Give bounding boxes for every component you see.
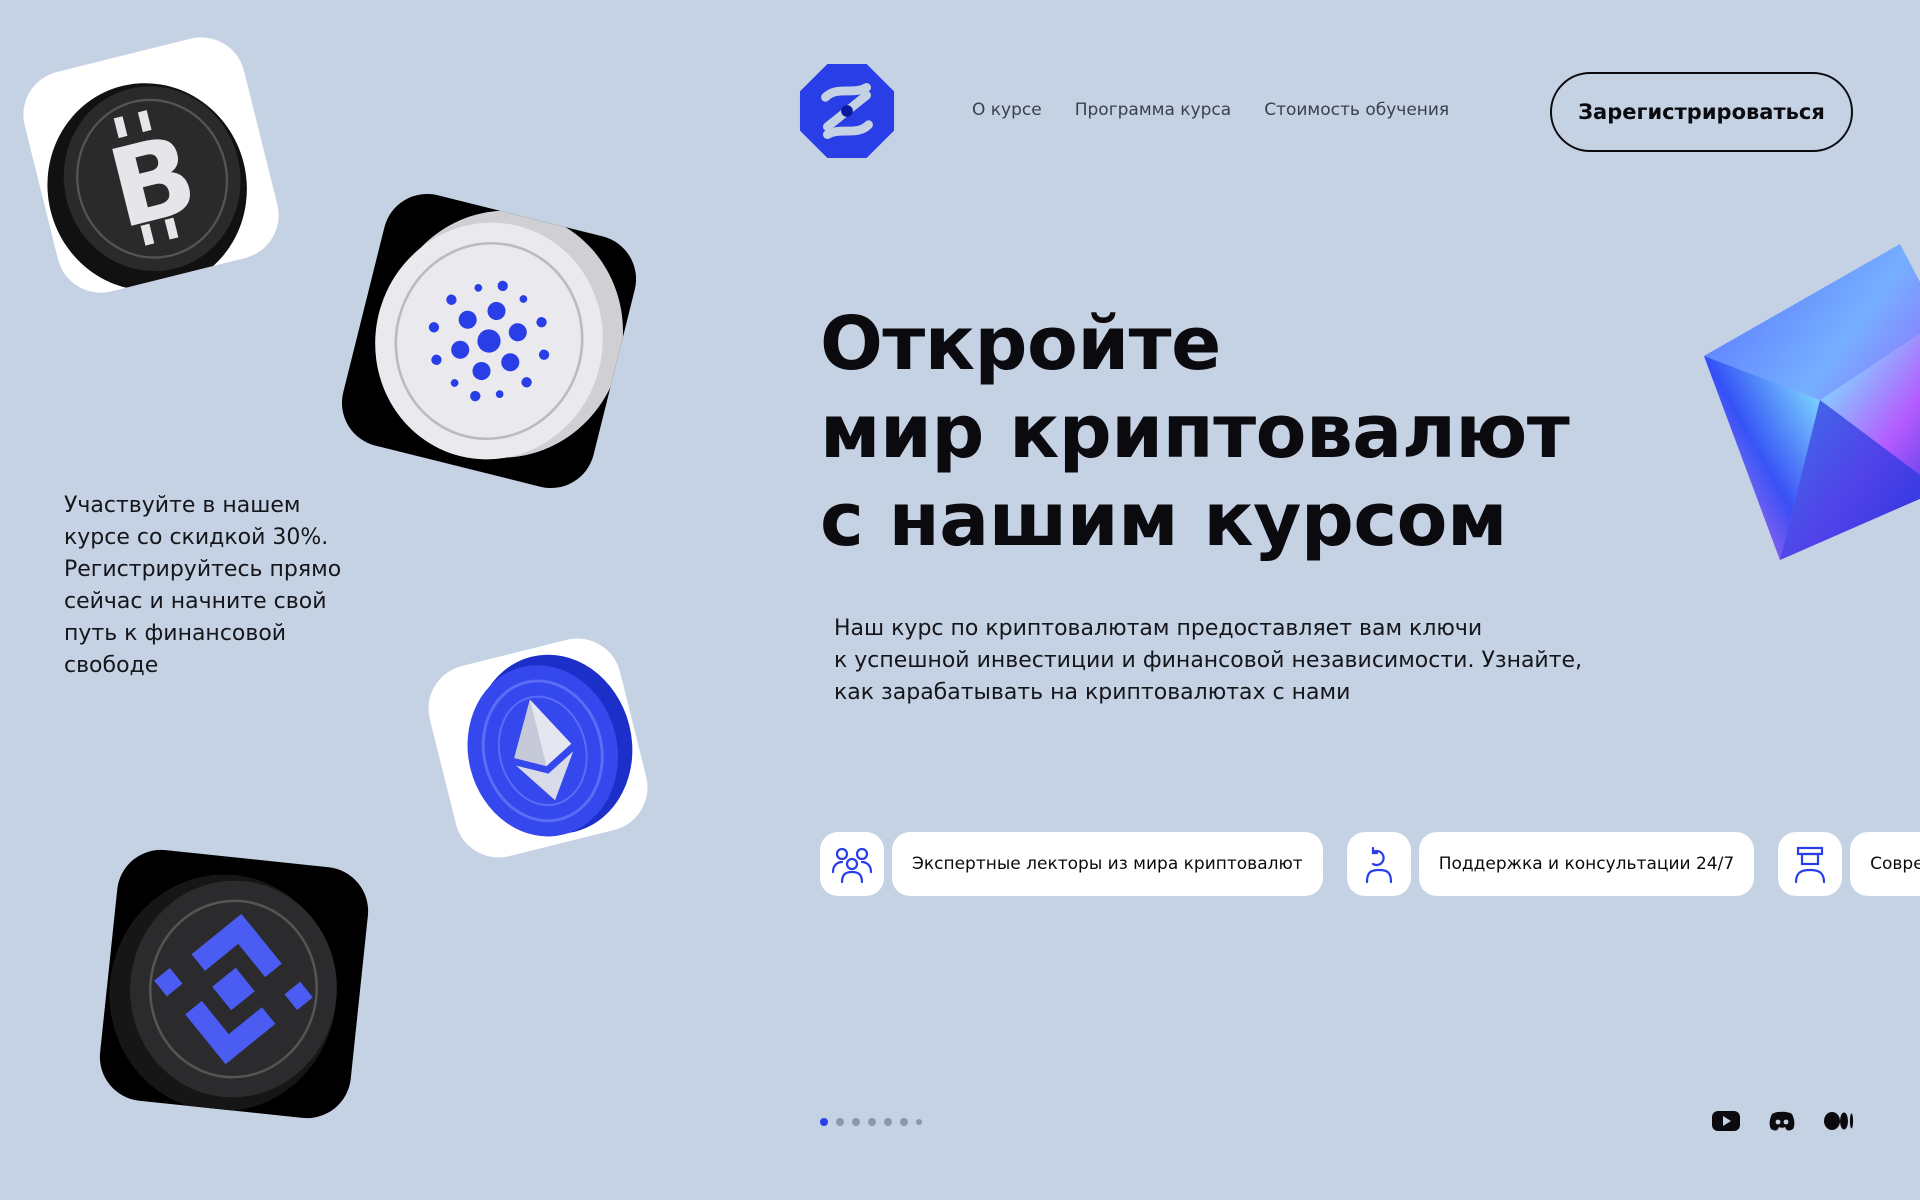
pager-dot[interactable] xyxy=(900,1118,908,1126)
feature-label: Современ xyxy=(1850,832,1920,896)
feature-item: Поддержка и консультации 24/7 xyxy=(1346,832,1755,896)
main-nav: О курсе Программа курса Стоимость обучен… xyxy=(972,100,1449,120)
brand-logo-icon[interactable] xyxy=(798,62,896,160)
promo-line: путь к финансовой xyxy=(64,621,287,646)
feature-label: Поддержка и консультации 24/7 xyxy=(1418,832,1755,896)
crystal-decoration-icon xyxy=(1700,240,1920,560)
ethereum-coin-icon xyxy=(419,629,657,867)
hero-description-line: Наш курс по криптовалютам предоставляет … xyxy=(834,616,1483,641)
hero-title-line: Откройте xyxy=(820,301,1221,387)
pager-dot-active[interactable] xyxy=(820,1118,828,1126)
hero-title-line: с нашим курсом xyxy=(820,477,1508,563)
features-list: Экспертные лекторы из мира криптовалют П… xyxy=(820,832,1920,896)
nav-program[interactable]: Программа курса xyxy=(1075,100,1231,120)
bnb-coin-icon xyxy=(95,845,373,1123)
promo-line: сейчас и начните свой xyxy=(64,589,327,614)
pager-dot[interactable] xyxy=(852,1118,860,1126)
feature-item: Современ xyxy=(1778,832,1920,896)
medium-icon[interactable] xyxy=(1824,1110,1854,1132)
hero-description: Наш курс по криптовалютам предоставляет … xyxy=(834,613,1634,709)
nav-pricing[interactable]: Стоимость обучения xyxy=(1264,100,1449,120)
youtube-icon[interactable] xyxy=(1712,1110,1740,1132)
modern-icon xyxy=(1778,832,1843,896)
hero-title-line: мир криптовалют xyxy=(820,389,1570,475)
promo-line: Участвуйте в нашем xyxy=(64,493,301,518)
promo-line: курсе со скидкой 30%. xyxy=(64,525,329,550)
social-links xyxy=(1712,1110,1854,1132)
register-button[interactable]: Зарегистрироваться xyxy=(1550,72,1853,152)
support-icon xyxy=(1346,832,1411,896)
feature-item: Экспертные лекторы из мира криптовалют xyxy=(820,832,1323,896)
promo-line: свободе xyxy=(64,653,159,678)
pager-dot[interactable] xyxy=(836,1118,844,1126)
lecturers-icon xyxy=(820,832,884,896)
slide-pager xyxy=(820,1118,922,1126)
discord-icon[interactable] xyxy=(1768,1110,1796,1132)
feature-label: Экспертные лекторы из мира криптовалют xyxy=(892,832,1323,896)
pager-dot[interactable] xyxy=(916,1119,922,1125)
hero-description-line: как зарабатывать на криптовалютах с нами xyxy=(834,680,1351,705)
promo-line: Регистрируйтесь прямо xyxy=(64,557,342,582)
hero-description-line: к успешной инвестиции и финансовой незав… xyxy=(834,648,1583,673)
hero-title: Откройте мир криптовалют с нашим курсом xyxy=(820,300,1720,564)
nav-about[interactable]: О курсе xyxy=(972,100,1042,120)
discount-promo-text: Участвуйте в нашем курсе со скидкой 30%.… xyxy=(64,490,364,682)
cardano-coin-icon xyxy=(332,184,646,498)
bitcoin-coin-icon: B xyxy=(14,28,288,302)
pager-dot[interactable] xyxy=(868,1118,876,1126)
pager-dot[interactable] xyxy=(884,1118,892,1126)
